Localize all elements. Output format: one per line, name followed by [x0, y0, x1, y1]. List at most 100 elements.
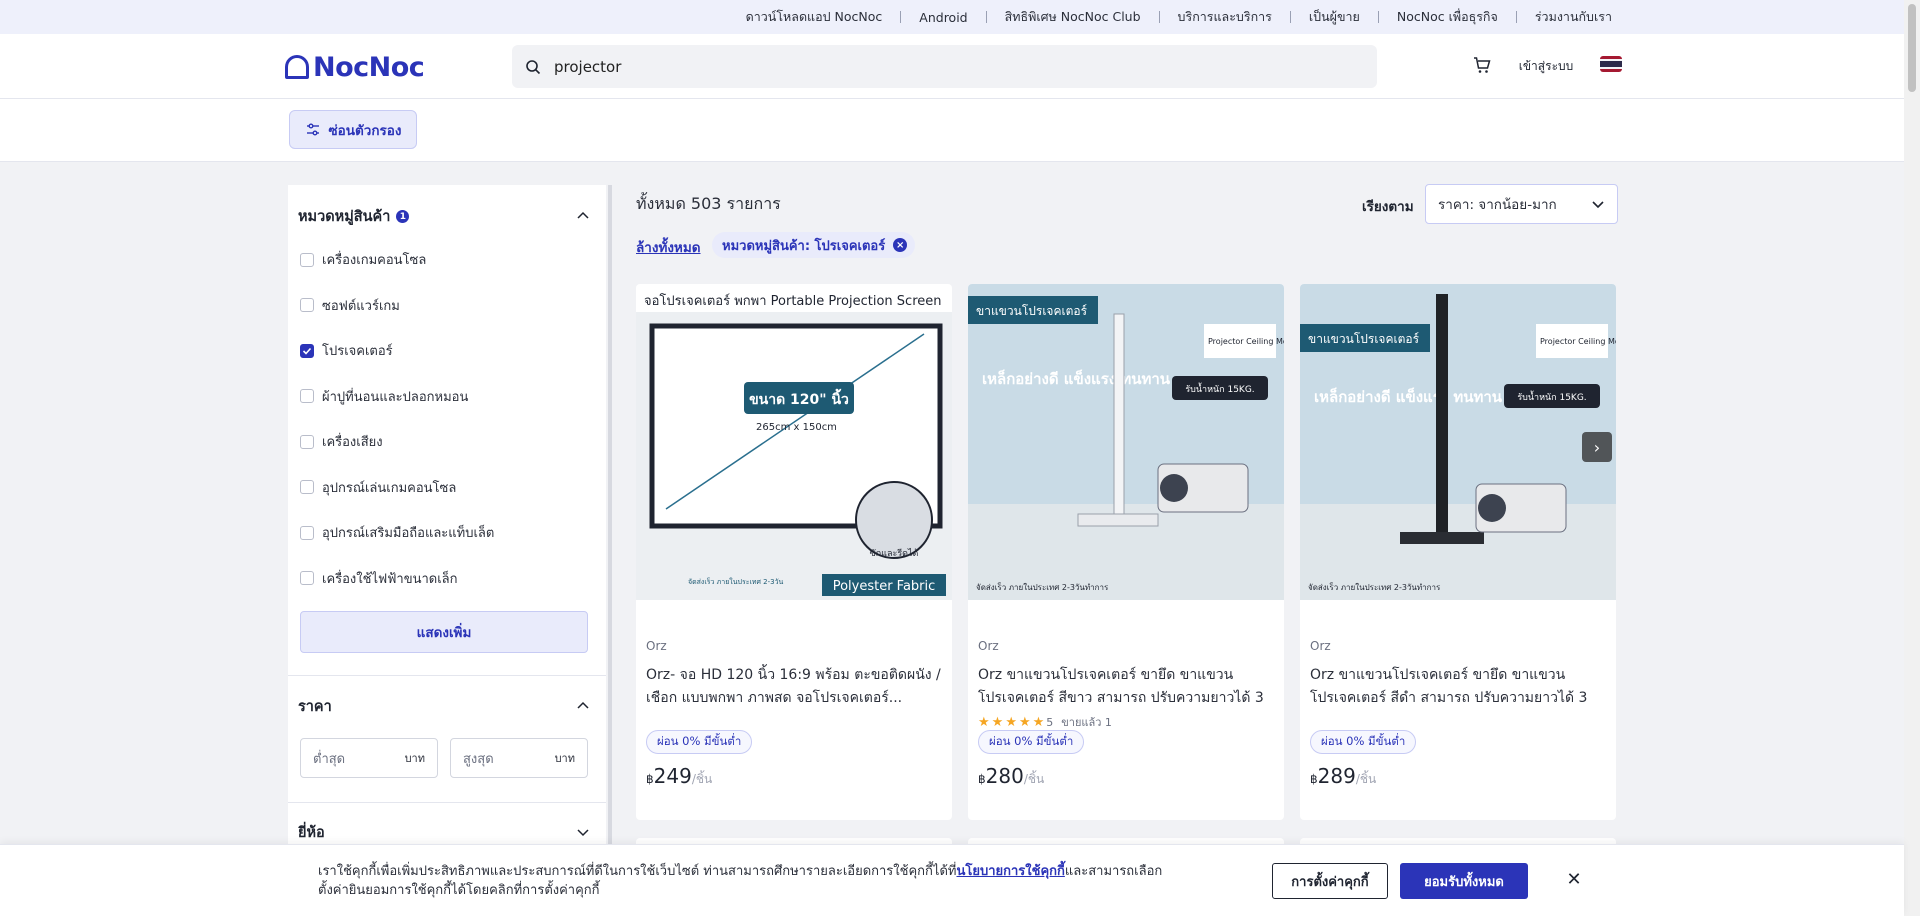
product-card[interactable]: ขาแขวนโปรเจคเตอร์ Projector Ceiling Moun…: [968, 284, 1284, 820]
brand-title: ยี่ห้อ: [298, 825, 325, 841]
result-count: ทั้งหมด 503 รายการ: [636, 194, 781, 213]
price-section-header[interactable]: ราคา: [298, 695, 332, 718]
android-link[interactable]: Android: [919, 10, 967, 25]
sort-label: เรียงตาม: [1362, 199, 1414, 215]
image-dims-label: 265cm x 150cm: [756, 422, 837, 433]
star-icon: ★: [978, 714, 990, 730]
category-item[interactable]: เครื่องเกมคอนโซล: [300, 249, 426, 270]
logo-text: NocNoc: [313, 51, 425, 83]
close-icon[interactable]: ✕: [1560, 865, 1588, 893]
chevron-down-icon: [1592, 201, 1604, 209]
image-caption-title: ขาแขวนโปรเจคเตอร์: [1308, 332, 1420, 346]
category-label: อุปกรณ์เสริมมือถือและแท็บเล็ต: [322, 526, 495, 541]
category-item[interactable]: ซอฟต์แวร์เกม: [300, 295, 400, 316]
installment-badge: ผ่อน 0% มีขั้นต่ำ: [646, 730, 753, 754]
category-label: เครื่องเสียง: [322, 435, 383, 450]
utility-links: ดาวน์โหลดแอป NocNoc Android สิทธิพิเศษ Noc…: [746, 0, 1612, 34]
price-max-input[interactable]: สูงสุด บาท: [450, 738, 588, 778]
image-steel-label: เหล็กอย่างดี แข็งแรง ทนทาน: [982, 369, 1171, 388]
divider: [1377, 11, 1379, 23]
cookie-policy-link[interactable]: นโยบายการใช้คุกกี้: [956, 864, 1064, 879]
checkbox-checked-icon[interactable]: [300, 343, 314, 358]
category-item[interactable]: อุปกรณ์เสริมมือถือและแท็บเล็ต: [300, 522, 494, 543]
search-input[interactable]: [554, 57, 1354, 76]
accept-all-button[interactable]: ยอมรับทั้งหมด: [1400, 863, 1528, 899]
price-min-input[interactable]: ต่ำสุด บาท: [300, 738, 438, 778]
filter-sidebar: หมวดหมู่สินค้า 1 เครื่องเกมคอนโซลซอฟต์แว…: [288, 185, 606, 916]
brand-section-header[interactable]: ยี่ห้อ: [298, 821, 325, 844]
image-shipping-label: จัดส่งเร็ว ภายในประเทศ 2-3วัน: [688, 577, 783, 586]
product-listing: ทั้งหมด 503 รายการ เรียงตาม ราคา: จากน้อ…: [614, 162, 1634, 916]
nocnoc-business-link[interactable]: NocNoc เพื่อธุรกิจ: [1397, 7, 1498, 27]
remove-filter-close-icon[interactable]: ×: [893, 238, 908, 252]
services-link[interactable]: บริการและบริการ: [1178, 7, 1272, 27]
price-collapse-chevron-up-icon[interactable]: [572, 695, 594, 717]
product-name[interactable]: Orz- จอ HD 120 นิ้ว 16:9 พร้อม ตะขอติดผน…: [646, 664, 942, 710]
category-label: โปรเจคเตอร์: [322, 344, 393, 359]
price-title: ราคา: [298, 699, 332, 715]
price-min-placeholder: ต่ำสุด: [313, 751, 346, 767]
sidebar-scrollbar[interactable]: [608, 185, 612, 916]
rating-score: 5: [1046, 715, 1054, 729]
category-item[interactable]: เครื่องเสียง: [300, 431, 383, 452]
product-name[interactable]: Orz ขาแขวนโปรเจคเตอร์ ขายึด ขาแขวน โปรเจ…: [1310, 664, 1606, 710]
divider: [288, 802, 606, 803]
sort-select[interactable]: ราคา: จากน้อย-มาก: [1425, 184, 1618, 224]
cookie-settings-button[interactable]: การตั้งค่าคุกกี้: [1272, 863, 1388, 899]
checkbox[interactable]: [300, 525, 314, 540]
category-item[interactable]: ผ้าปูที่นอนและปลอกหมอน: [300, 386, 468, 407]
checkbox[interactable]: [300, 389, 314, 403]
star-icon: ★: [1018, 714, 1031, 730]
nocnoc-logo[interactable]: NocNoc: [285, 51, 425, 83]
product-name[interactable]: Orz ขาแขวนโปรเจคเตอร์ ขายึด ขาแขวน โปรเจ…: [978, 664, 1274, 710]
installment-badge: ผ่อน 0% มีขั้นต่ำ: [978, 730, 1085, 754]
clear-all-link[interactable]: ล้างทั้งหมด: [636, 236, 701, 258]
product-price: ฿289/ชิ้น: [1310, 764, 1377, 788]
hide-filter-label: ซ่อนตัวกรอง: [328, 122, 402, 139]
cart-icon[interactable]: [1469, 52, 1495, 78]
product-brand: Orz: [978, 639, 999, 653]
product-card[interactable]: ขาแขวนโปรเจคเตอร์ Projector Ceiling Moun…: [1300, 284, 1616, 820]
login-button[interactable]: เข้าสู่ระบบ: [1506, 50, 1586, 82]
checkbox[interactable]: [300, 298, 314, 312]
cookie-text: เราใช้คุกกี้เพื่อเพิ่มประสิทธิภาพและประส…: [318, 864, 1163, 898]
category-item[interactable]: อุปกรณ์เล่นเกมคอนโซล: [300, 477, 456, 498]
checkbox[interactable]: [300, 252, 314, 267]
scrollbar-thumb[interactable]: [1908, 4, 1916, 92]
checkbox[interactable]: [300, 571, 314, 585]
image-shipping-label: จัดส่งเร็ว ภายในประเทศ 2-3วันทำการ: [1308, 582, 1441, 592]
cookie-banner: เราใช้คุกกี้เพื่อเพิ่มประสิทธิภาพและประส…: [0, 844, 1904, 916]
category-title: หมวดหมู่สินค้า: [298, 209, 391, 225]
nocnoc-club-link[interactable]: สิทธิพิเศษ NocNoc Club: [1005, 7, 1141, 27]
product-image: ขาแขวนโปรเจคเตอร์ Projector Ceiling Moun…: [1300, 284, 1616, 600]
category-section-header[interactable]: หมวดหมู่สินค้า 1: [298, 205, 410, 228]
image-caption-title: ขาแขวนโปรเจคเตอร์: [976, 304, 1088, 318]
become-seller-link[interactable]: เป็นผู้ขาย: [1309, 7, 1360, 27]
product-rating: ★ ★ ★ ★ ★ 5 ขายแล้ว 1: [978, 713, 1112, 731]
checkbox[interactable]: [300, 434, 314, 449]
price-max-unit: บาท: [554, 752, 575, 765]
hide-filter-button[interactable]: ซ่อนตัวกรอง: [289, 110, 417, 149]
category-collapse-chevron-up-icon[interactable]: [572, 205, 594, 227]
divider: [1515, 11, 1517, 23]
product-image: ขาแขวนโปรเจคเตอร์ Projector Ceiling Moun…: [968, 284, 1284, 600]
category-item[interactable]: โปรเจคเตอร์: [300, 340, 393, 361]
search-bar: [512, 45, 1377, 88]
product-card[interactable]: จอโปรเจคเตอร์ พกพา Portable Projection S…: [636, 284, 952, 820]
category-item[interactable]: เครื่องใช้ไฟฟ้าขนาดเล็ก: [300, 568, 458, 589]
carousel-next-chevron-right-icon[interactable]: ›: [1582, 432, 1612, 462]
image-caption-title: จอโปรเจคเตอร์ พกพา Portable Projection S…: [644, 293, 942, 309]
image-steel-label: เหล็กอย่างดี แข็งแรง ทนทาน: [1314, 387, 1503, 406]
work-with-us-link[interactable]: ร่วมงานกับเรา: [1535, 7, 1612, 27]
price-max-placeholder: สูงสุด: [463, 751, 494, 767]
checkbox[interactable]: [300, 480, 314, 494]
show-more-button[interactable]: แสดงเพิ่ม: [300, 611, 588, 653]
active-filter-chip: หมวดหมู่สินค้า: โปรเจคเตอร์ ×: [712, 232, 916, 258]
thai-flag-icon[interactable]: [1600, 56, 1622, 72]
page-scrollbar[interactable]: [1904, 0, 1920, 916]
category-label: ผ้าปูที่นอนและปลอกหมอน: [322, 389, 469, 405]
category-label: เครื่องเกมคอนโซล: [322, 253, 427, 268]
search-icon[interactable]: [512, 45, 554, 88]
brand-expand-chevron-down-icon[interactable]: [572, 821, 594, 843]
download-app-link[interactable]: ดาวน์โหลดแอป NocNoc: [746, 7, 883, 27]
